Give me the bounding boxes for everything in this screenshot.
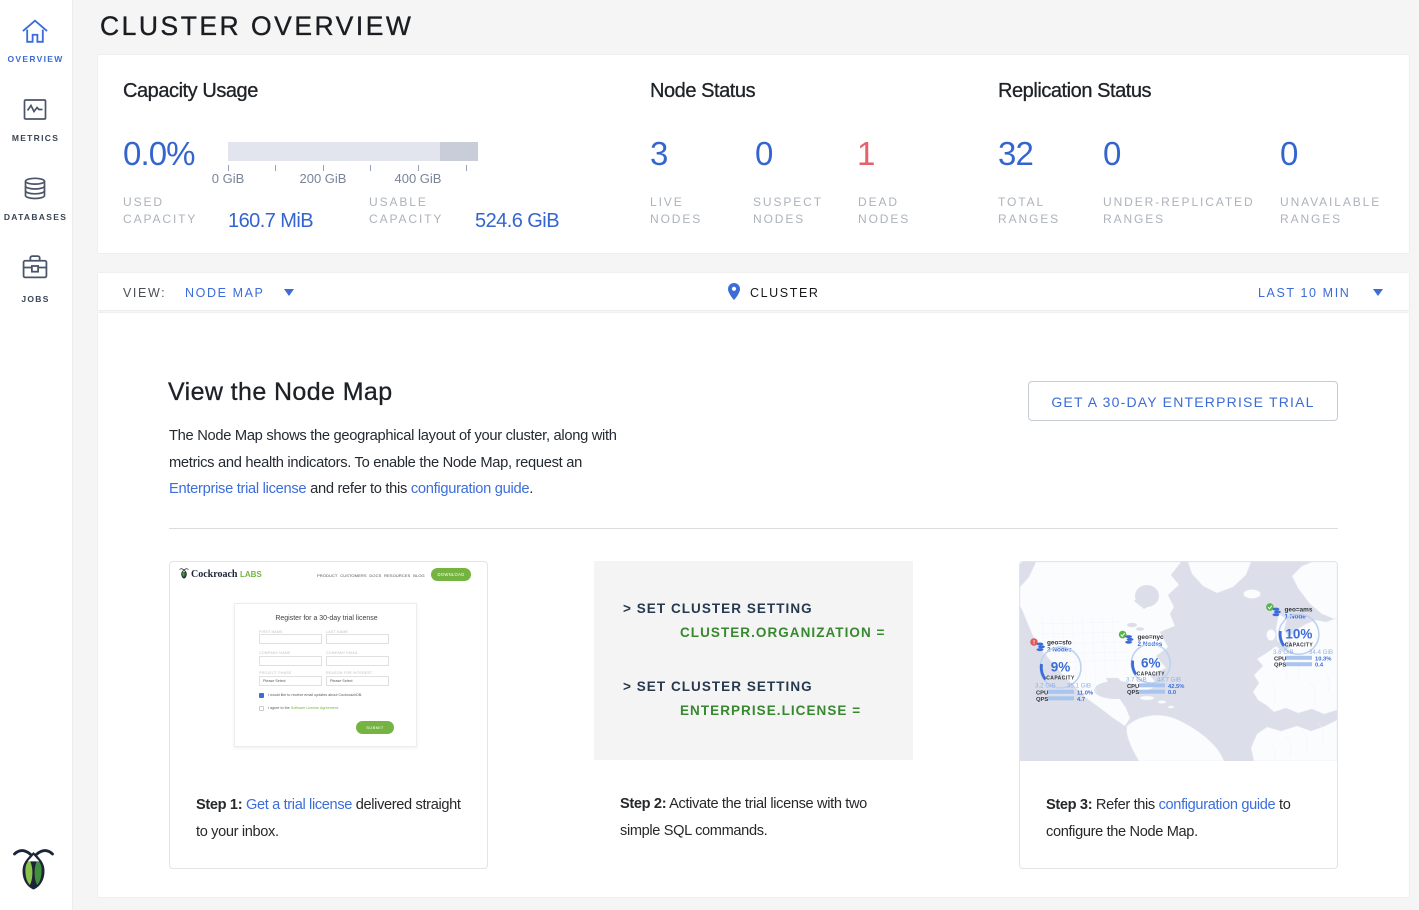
svg-text:geo=sfo: geo=sfo bbox=[1047, 640, 1072, 647]
svg-text:35.1 GiB: 35.1 GiB bbox=[1067, 683, 1091, 690]
svg-text:!: ! bbox=[1033, 640, 1035, 646]
svg-text:11.0%: 11.0% bbox=[1077, 690, 1093, 696]
svg-text:CAPACITY: CAPACITY bbox=[1285, 642, 1314, 648]
svg-text:10.3%: 10.3% bbox=[1315, 656, 1331, 662]
svg-text:42.5%: 42.5% bbox=[1168, 684, 1184, 690]
svg-text:34.4 GiB: 34.4 GiB bbox=[1309, 649, 1333, 656]
svg-text:geo=ams: geo=ams bbox=[1285, 607, 1313, 614]
svg-text:QPS: QPS bbox=[1127, 690, 1139, 696]
svg-text:3.6 GiB: 3.6 GiB bbox=[1273, 649, 1294, 656]
svg-text:3.7 GiB: 3.7 GiB bbox=[1126, 676, 1147, 683]
svg-text:CPU: CPU bbox=[1127, 684, 1139, 690]
svg-text:CAPACITY: CAPACITY bbox=[1046, 676, 1075, 682]
svg-text:QPS: QPS bbox=[1036, 697, 1048, 703]
svg-text:4.7: 4.7 bbox=[1077, 697, 1085, 703]
svg-text:CPU: CPU bbox=[1036, 690, 1048, 696]
svg-text:0.4: 0.4 bbox=[1315, 663, 1324, 669]
svg-text:QPS: QPS bbox=[1274, 663, 1286, 669]
svg-text:10%: 10% bbox=[1285, 627, 1312, 642]
svg-text:3.2 GiB: 3.2 GiB bbox=[1035, 683, 1056, 690]
svg-text:43.7 GiB: 43.7 GiB bbox=[1157, 676, 1181, 683]
svg-text:6%: 6% bbox=[1141, 656, 1161, 671]
svg-text:9%: 9% bbox=[1051, 660, 1071, 675]
svg-text:CPU: CPU bbox=[1274, 656, 1286, 662]
svg-text:0.0: 0.0 bbox=[1168, 690, 1176, 696]
svg-text:geo=nyc: geo=nyc bbox=[1138, 634, 1165, 641]
